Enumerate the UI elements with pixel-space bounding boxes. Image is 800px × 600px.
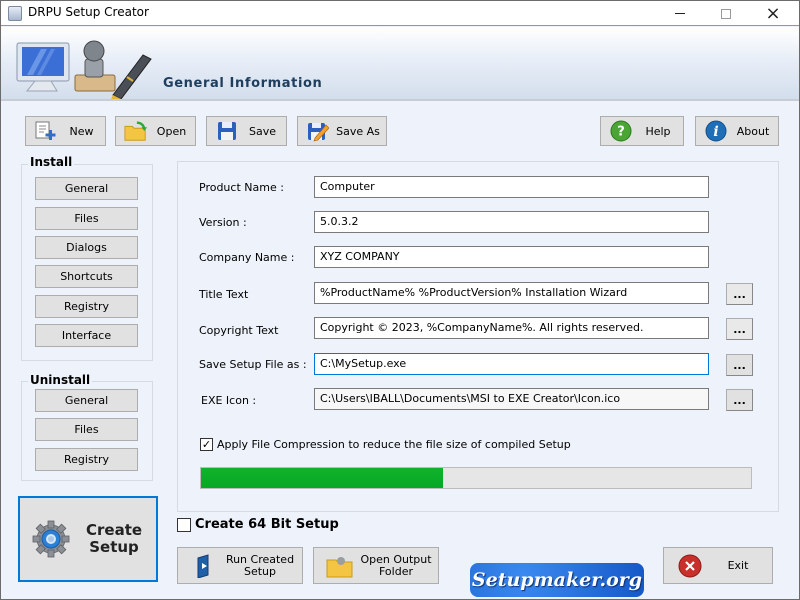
minimize-button[interactable] [657, 1, 703, 26]
install-interface-button[interactable]: Interface [35, 324, 138, 347]
save-label: Save [248, 124, 276, 138]
copyright-text-input[interactable]: Copyright © 2023, %CompanyName%. All rig… [314, 317, 709, 339]
save-as-icon [306, 120, 330, 142]
page-title: General Information [163, 76, 323, 91]
floppy-disk-icon [215, 120, 239, 142]
close-icon: × [765, 3, 781, 24]
install-general-button[interactable]: General [35, 177, 138, 200]
close-button[interactable]: × [750, 1, 796, 26]
title-text-input[interactable]: %ProductName% %ProductVersion% Installat… [314, 282, 709, 304]
version-input[interactable]: 5.0.3.2 [314, 211, 709, 233]
new-document-icon [34, 120, 58, 142]
uninstall-group-label: Uninstall [28, 373, 93, 387]
exe-icon-label: EXE Icon : [201, 394, 257, 407]
build-progress-bar [200, 467, 752, 489]
title-text-label: Title Text [199, 288, 249, 301]
compression-label: Apply File Compression to reduce the fil… [217, 438, 571, 451]
watermark-logo: Setupmaker.org [470, 563, 644, 597]
open-output-folder-label-line2: Folder [379, 564, 413, 578]
save-setup-label: Save Setup File as : [199, 358, 307, 371]
run-setup-icon [190, 552, 218, 580]
run-created-setup-label: Run Created Setup [218, 552, 302, 578]
open-output-folder-label: Open Output Folder [354, 552, 438, 578]
run-created-setup-label-line2: Setup [243, 564, 277, 578]
info-icon: i [704, 120, 728, 142]
uninstall-files-button[interactable]: Files [35, 418, 138, 441]
company-name-label: Company Name : [199, 251, 295, 264]
window-title: DRPU Setup Creator [28, 5, 149, 19]
install-shortcuts-button[interactable]: Shortcuts [35, 265, 138, 288]
create-64bit-label: Create 64 Bit Setup [195, 517, 339, 532]
about-label: About [736, 124, 770, 138]
header-banner: General Information [1, 27, 799, 101]
app-window: DRPU Setup Creator × General Information… [0, 0, 800, 600]
minimize-icon [675, 13, 685, 14]
gear-icon [32, 520, 70, 558]
create-setup-label-line1: Create [86, 521, 143, 539]
version-label: Version : [199, 216, 247, 229]
copyright-text-browse-button[interactable]: ... [726, 318, 753, 340]
install-files-button[interactable]: Files [35, 207, 138, 230]
install-dialogs-button[interactable]: Dialogs [35, 236, 138, 259]
uninstall-general-button[interactable]: General [35, 389, 138, 412]
help-label: Help [645, 124, 671, 138]
exe-icon-browse-button[interactable]: ... [726, 389, 753, 411]
product-name-input[interactable]: Computer [314, 176, 709, 198]
help-icon: ? [609, 120, 633, 142]
save-setup-path-input[interactable]: C:\MySetup.exe [314, 353, 709, 375]
svg-text:?: ? [617, 125, 625, 140]
title-bar: DRPU Setup Creator × [1, 1, 799, 26]
uninstall-registry-button[interactable]: Registry [35, 448, 138, 471]
output-folder-icon [326, 552, 354, 580]
create-setup-label-line2: Setup [89, 538, 139, 556]
product-name-label: Product Name : [199, 181, 284, 194]
maximize-button[interactable] [703, 1, 749, 26]
save-button[interactable]: Save [206, 116, 287, 146]
title-text-browse-button[interactable]: ... [726, 283, 753, 305]
progress-fill [201, 468, 443, 488]
open-output-folder-label-line1: Open Output [360, 552, 432, 566]
run-created-setup-button[interactable]: Run Created Setup [177, 547, 303, 584]
create-setup-label: Create Setup [86, 522, 142, 556]
install-group-label: Install [28, 155, 75, 169]
save-setup-browse-button[interactable]: ... [726, 354, 753, 376]
svg-text:i: i [713, 124, 718, 140]
setup-logo-icon [16, 40, 152, 99]
open-output-folder-button[interactable]: Open Output Folder [313, 547, 439, 584]
open-label: Open [156, 124, 187, 138]
install-registry-button[interactable]: Registry [35, 295, 138, 318]
exe-icon-path-input[interactable]: C:\Users\IBALL\Documents\MSI to EXE Crea… [314, 388, 709, 410]
open-button[interactable]: Open [115, 116, 196, 146]
new-label: New [69, 124, 94, 138]
create-64bit-checkbox[interactable] [177, 518, 191, 532]
help-button[interactable]: ? Help [600, 116, 684, 146]
about-button[interactable]: i About [695, 116, 779, 146]
maximize-icon [721, 8, 731, 19]
exit-icon [676, 552, 704, 580]
create-setup-button[interactable]: Create Setup [18, 496, 158, 582]
new-button[interactable]: New [25, 116, 106, 146]
save-as-label: Save As [336, 124, 380, 138]
save-as-button[interactable]: Save As [297, 116, 387, 146]
app-icon [8, 6, 22, 21]
exit-button[interactable]: Exit [663, 547, 773, 584]
run-created-setup-label-line1: Run Created [225, 552, 295, 566]
exit-label: Exit [727, 558, 749, 572]
compression-checkbox[interactable]: ✓ [200, 438, 213, 451]
open-folder-icon [124, 120, 148, 142]
copyright-text-label: Copyright Text [199, 324, 279, 337]
company-name-input[interactable]: XYZ COMPANY [314, 246, 709, 268]
checkmark-icon: ✓ [201, 438, 212, 451]
